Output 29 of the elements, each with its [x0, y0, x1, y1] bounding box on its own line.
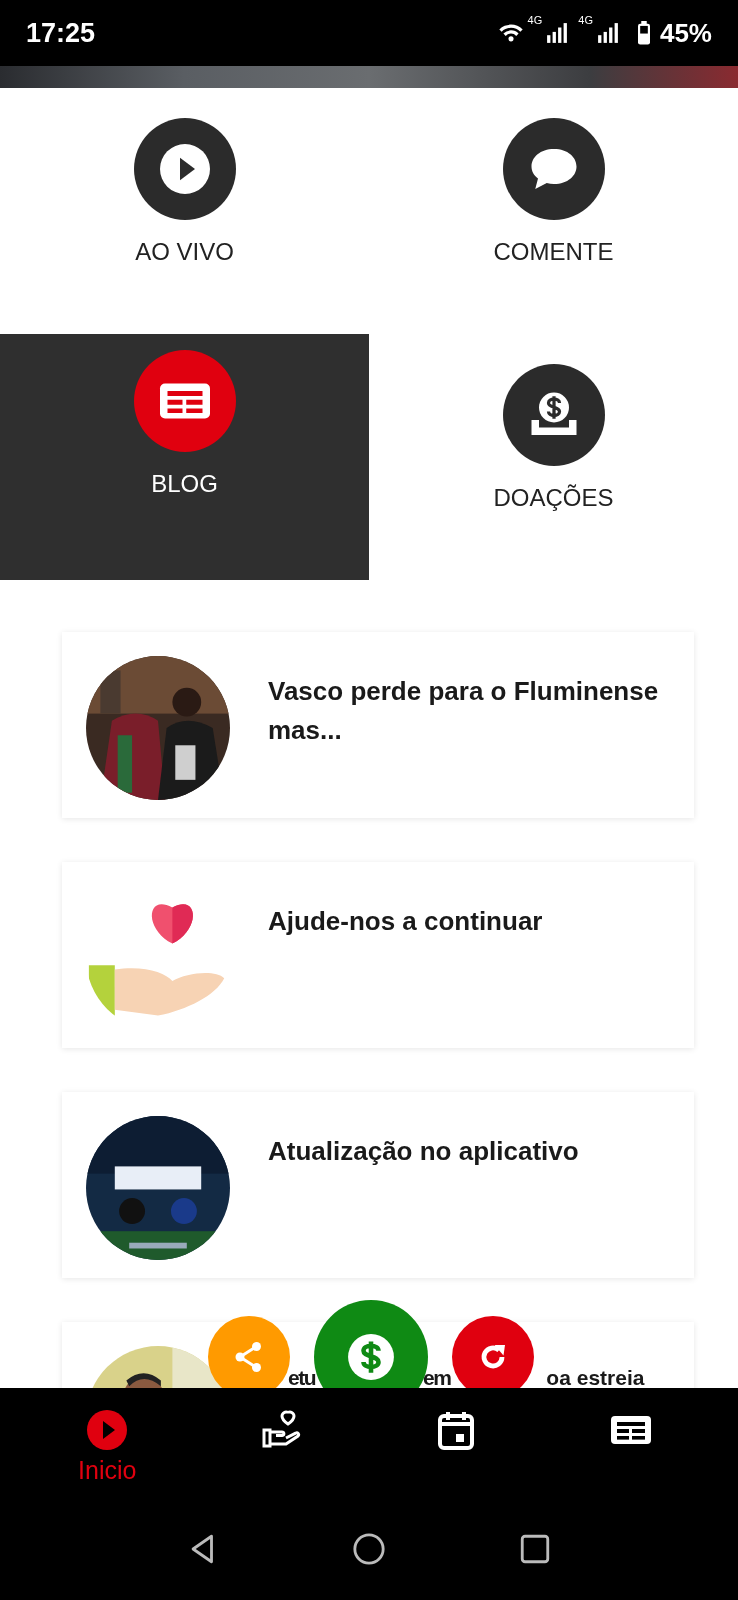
menu-label: BLOG: [151, 470, 218, 498]
refresh-button[interactable]: [452, 1316, 534, 1388]
post-card[interactable]: Vasco perde para o Fluminense mas...: [62, 632, 694, 818]
battery-level: 45%: [659, 17, 712, 49]
post-title: oa estreia: [546, 1367, 645, 1388]
post-title: etu: [288, 1367, 315, 1388]
post-card[interactable]: Ajude-nos a continuar: [62, 862, 694, 1048]
clock-time: 17:25: [26, 17, 96, 49]
post-card[interactable]: Atualização no aplicativo: [62, 1092, 694, 1278]
post-title: em: [423, 1367, 451, 1388]
network-type: 4G: [527, 13, 543, 26]
menu-tile[interactable]: AO VIVO: [0, 88, 369, 334]
recents-icon[interactable]: [518, 1532, 552, 1566]
signal-icon: [595, 22, 620, 44]
battery-icon: [636, 21, 651, 45]
network-type: 4G: [578, 13, 593, 26]
menu-tile[interactable]: BLOG: [0, 334, 369, 580]
home-icon[interactable]: [352, 1532, 386, 1566]
menu-tile[interactable]: DOAÇÕES: [369, 334, 738, 580]
menu-label: DOAÇÕES: [493, 484, 614, 512]
menu-label: AO VIVO: [135, 238, 234, 266]
menu-label: COMENTE: [493, 238, 614, 266]
signal-icon: [545, 22, 570, 44]
post-title: Vasco perde para o Fluminense mas...: [268, 675, 660, 747]
nav-tab[interactable]: Inicio: [47, 1406, 168, 1485]
menu-tile[interactable]: COMENTE: [369, 88, 738, 334]
post-title: Atualização no aplicativo: [268, 1135, 579, 1168]
dollar-icon: [346, 1332, 396, 1382]
post-title: Ajude-nos a continuar: [268, 905, 543, 938]
